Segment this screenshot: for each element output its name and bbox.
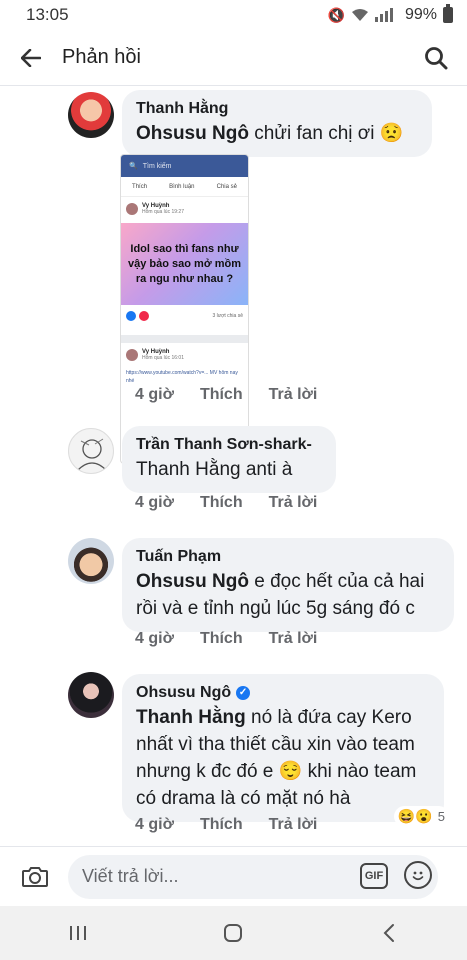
back-button[interactable] — [0, 30, 62, 86]
mini-avatar — [126, 203, 138, 215]
comment-author: Ohsusu Ngô ✓ — [136, 682, 430, 704]
avatar[interactable] — [68, 428, 114, 474]
mini-link: https://www.youtube.com/watch?v=... MV h… — [126, 370, 238, 384]
mention[interactable]: Thanh Hằng — [136, 707, 246, 728]
reply-button[interactable]: Trả lời — [269, 386, 318, 404]
mini-separator — [121, 335, 248, 343]
comment-text: Thanh Hằng anti à — [136, 459, 293, 480]
comment-actions: 4 giờ Thích Trả lời — [135, 386, 317, 404]
like-button[interactable]: Thích — [200, 386, 243, 404]
arrow-left-icon — [21, 48, 41, 67]
comment-time: 4 giờ — [135, 630, 174, 647]
verified-icon: ✓ — [236, 686, 251, 700]
mini-post-header: Vy Huỳnh Hôm qua lúc 19:27 — [121, 197, 248, 221]
reaction-summary[interactable]: 😆😮 5 — [393, 806, 449, 827]
recent-apps-icon — [69, 926, 86, 940]
comment-bubble: Tuấn Phạm Ohsusu Ngô e đọc hết của cả ha… — [122, 538, 454, 632]
gif-button[interactable]: GIF — [360, 863, 388, 889]
mini-post2-header: Vy Huỳnh Hôm qua lúc 16:01 — [121, 343, 248, 367]
home-button[interactable] — [203, 906, 263, 960]
header: Phản hồi — [0, 30, 467, 86]
comment-time: 4 giờ — [135, 816, 174, 833]
reply-button[interactable]: Trả lời — [269, 816, 318, 834]
system-nav-bar — [0, 906, 467, 960]
recent-apps-button[interactable] — [48, 906, 108, 960]
back-nav-button[interactable] — [359, 906, 419, 960]
like-button[interactable]: Thích — [200, 494, 243, 512]
mini-reactions: 3 lượt chia sẻ — [121, 307, 248, 325]
comment-actions: 4 giờ Thích Trả lời — [135, 816, 317, 834]
signal-icon — [374, 8, 393, 22]
clock: 13:05 — [26, 5, 69, 24]
camera-button[interactable] — [0, 865, 70, 889]
comment-bubble: Ohsusu Ngô ✓ Thanh Hằng nó là đứa cay Ke… — [122, 674, 444, 822]
mini-actions: Thích Bình luận Chia sẻ — [121, 177, 248, 197]
mention[interactable]: Ohsusu Ngô — [136, 123, 249, 144]
comment-time: 4 giờ — [135, 494, 174, 511]
smiley-icon — [412, 871, 424, 881]
comment-bubble: Thanh Hằng Ohsusu Ngô chửi fan chị ơi 😟 — [122, 90, 432, 157]
compose-bar: GIF — [0, 846, 467, 906]
like-icon — [126, 311, 136, 321]
reaction-count: 5 — [437, 809, 445, 824]
sketch-avatar-icon — [76, 438, 108, 472]
comment-time: 4 giờ — [135, 386, 174, 403]
comment-bubble: Trần Thanh Sơn-shark- Thanh Hằng anti à — [122, 426, 336, 493]
avatar[interactable] — [68, 92, 114, 138]
camera-icon — [22, 866, 48, 887]
love-icon — [139, 311, 149, 321]
like-button[interactable]: Thích — [200, 630, 243, 648]
like-button[interactable]: Thích — [200, 816, 243, 834]
mini-search-icon: 🔍 — [129, 163, 138, 170]
avatar[interactable] — [68, 538, 114, 584]
search-icon — [425, 46, 448, 69]
replies-list[interactable]: Thanh Hằng Ohsusu Ngô chửi fan chị ơi 😟 … — [0, 86, 467, 846]
status-icons: 🔇 99% — [327, 4, 453, 24]
mini-post-banner: Idol sao thì fans như vậy bảo sao mở mồm… — [121, 223, 248, 305]
status-bar: 13:05 🔇 99% — [0, 0, 467, 30]
comment-author[interactable]: Thanh Hằng — [136, 98, 418, 120]
mute-icon: 🔇 — [327, 6, 345, 23]
wifi-icon — [351, 9, 368, 21]
home-icon — [224, 924, 243, 942]
chevron-left-icon — [383, 924, 395, 942]
comment-author[interactable]: Trần Thanh Sơn-shark- — [136, 434, 322, 456]
battery-percent: 99% — [404, 6, 437, 23]
comment-actions: 4 giờ Thích Trả lời — [135, 494, 317, 512]
comment-actions: 4 giờ Thích Trả lời — [135, 630, 317, 648]
reply-button[interactable]: Trả lời — [269, 494, 318, 512]
comment-author[interactable]: Tuấn Phạm — [136, 546, 440, 568]
battery-icon — [443, 4, 453, 23]
reply-button[interactable]: Trả lời — [269, 630, 318, 648]
comment-text: Ohsusu Ngô chửi fan chị ơi 😟 — [136, 123, 404, 144]
comment-text: Thanh Hằng nó là đứa cay Kero nhất vì th… — [136, 707, 417, 809]
page-title: Phản hồi — [62, 46, 141, 68]
comment-text: Ohsusu Ngô e đọc hết của cả hai rồi và e… — [136, 571, 425, 619]
search-button[interactable] — [405, 30, 467, 86]
mini-search-bar: 🔍 Tìm kiếm — [121, 155, 248, 177]
mention[interactable]: Ohsusu Ngô — [136, 571, 249, 592]
mini-avatar — [126, 349, 138, 361]
comment-image[interactable]: 🔍 Tìm kiếm Thích Bình luận Chia sẻ Vy Hu… — [120, 154, 249, 464]
reaction-emojis: 😆😮 — [397, 808, 433, 824]
emoji-button[interactable] — [404, 861, 432, 889]
avatar[interactable] — [68, 672, 114, 718]
